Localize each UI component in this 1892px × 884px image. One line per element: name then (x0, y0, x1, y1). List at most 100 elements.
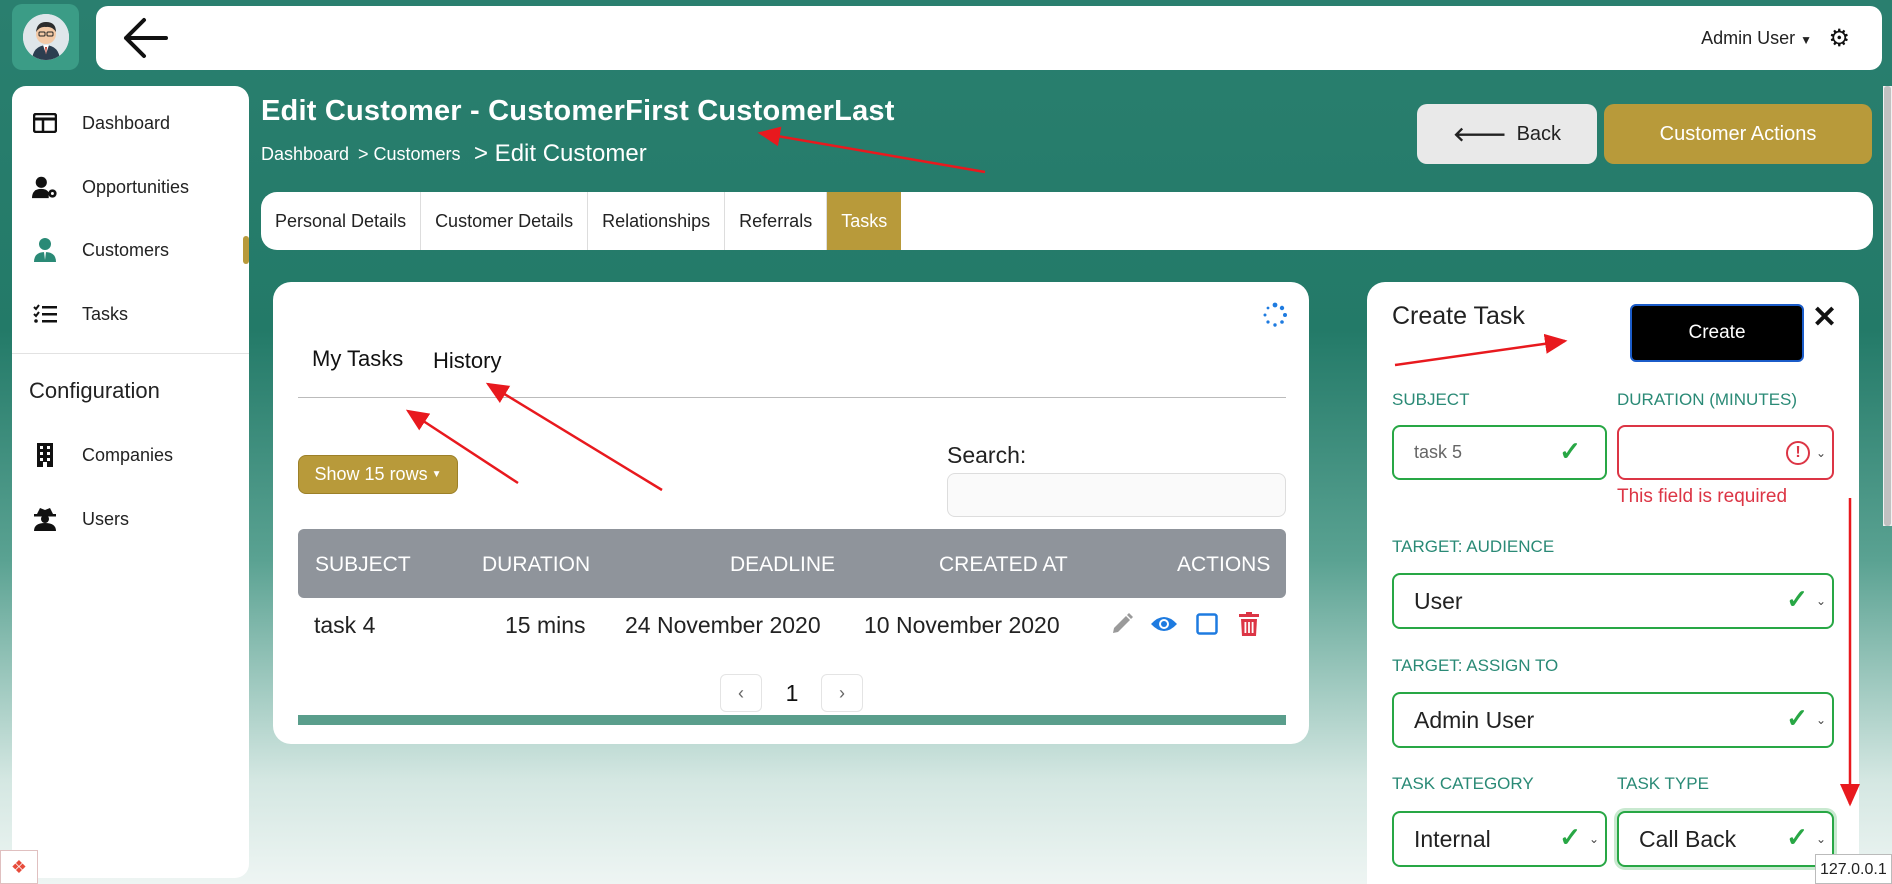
column-header-duration[interactable]: DURATION (482, 553, 590, 577)
table-row: task 4 15 mins 24 November 2020 10 Novem… (298, 600, 1286, 648)
error-icon: ! (1786, 441, 1810, 465)
back-button-label: Back (1516, 122, 1562, 145)
active-indicator (243, 236, 249, 264)
view-eye-icon[interactable] (1150, 610, 1178, 638)
tab-relationships[interactable]: Relationships (588, 192, 726, 250)
column-header-deadline[interactable]: DEADLINE (730, 553, 835, 577)
table-footer-bar (298, 715, 1286, 725)
type-label: TASK TYPE (1617, 774, 1709, 793)
sidebar-item-label: Dashboard (82, 112, 171, 133)
breadcrumb-current: > Edit Customer (474, 140, 647, 167)
sidebar-item-dashboard[interactable]: Dashboard (32, 103, 170, 143)
chevron-down-icon: ⌄ (1588, 832, 1599, 846)
checkbox-square-icon[interactable] (1193, 610, 1221, 638)
column-header-subject[interactable]: SUBJECT (315, 553, 411, 577)
sidebar-item-tasks[interactable]: Tasks (32, 294, 128, 334)
column-header-created-at[interactable]: CREATED AT (939, 553, 1068, 577)
caret-down-icon: ▼ (1800, 33, 1812, 47)
next-page-button[interactable]: › (821, 674, 863, 712)
cell-created-at: 10 November 2020 (864, 612, 1060, 638)
page-title: Edit Customer - CustomerFirst CustomerLa… (261, 95, 895, 127)
avatar-logo[interactable] (12, 4, 79, 70)
duration-select[interactable]: ! ⌄ (1617, 425, 1834, 480)
status-url-tooltip: 127.0.0.1 (1815, 854, 1892, 884)
sidebar-item-opportunities[interactable]: Opportunities (32, 167, 189, 207)
assign-label: TARGET: ASSIGN TO (1392, 656, 1559, 675)
cell-duration: 15 mins (505, 612, 586, 638)
user-menu[interactable]: Admin User ▼ (1701, 28, 1812, 49)
laravel-debugbar-icon[interactable]: ❖ (0, 850, 38, 884)
audience-label: TARGET: AUDIENCE (1392, 537, 1555, 556)
column-header-actions: ACTIONS (1177, 553, 1271, 576)
gear-icon[interactable]: ⚙ (1828, 24, 1850, 53)
category-label: TASK CATEGORY (1392, 774, 1534, 793)
tab-customer-details[interactable]: Customer Details (421, 192, 589, 250)
dashboard-icon (32, 110, 58, 136)
chevron-down-icon: ⌄ (1815, 594, 1826, 608)
edit-pencil-icon[interactable] (1108, 610, 1136, 638)
breadcrumb-customers[interactable]: > Customers (358, 144, 461, 165)
subtab-history[interactable]: History (433, 348, 501, 374)
user-tie-icon (32, 237, 58, 263)
delete-trash-icon[interactable] (1235, 610, 1263, 638)
chevron-down-icon: ⌄ (1815, 713, 1826, 727)
cell-deadline: 24 November 2020 (625, 612, 821, 638)
chevron-right-icon: › (839, 682, 845, 703)
page-scrollbar[interactable] (1883, 86, 1892, 526)
audience-value: User (1414, 587, 1463, 614)
create-button[interactable]: Create (1630, 304, 1804, 362)
scrollbar-thumb[interactable] (1884, 86, 1891, 526)
subject-value: task 5 (1414, 442, 1463, 462)
customer-actions-button[interactable]: Customer Actions (1604, 104, 1872, 164)
subtab-my-tasks[interactable]: My Tasks (312, 346, 403, 372)
caret-down-icon: ▼ (431, 469, 442, 480)
arrow-left-icon: 🡐 (1452, 123, 1507, 146)
task-category-select[interactable]: Internal ✓ ⌄ (1392, 811, 1607, 867)
duration-error-message: This field is required (1617, 486, 1788, 507)
chevron-down-icon: ⌄ (1815, 445, 1826, 460)
cell-subject: task 4 (314, 612, 376, 638)
tab-tasks[interactable]: Tasks (827, 192, 902, 250)
assign-to-select[interactable]: Admin User ✓ ⌄ (1392, 692, 1834, 748)
tab-personal-details[interactable]: Personal Details (261, 192, 422, 250)
chevron-left-icon: ‹ (738, 682, 744, 703)
sidebar-item-label: Companies (82, 444, 174, 465)
subject-field[interactable]: task 5 ✓ (1392, 425, 1607, 480)
create-task-title: Create Task (1392, 302, 1525, 330)
check-icon: ✓ (1786, 702, 1808, 733)
annotation-arrow (757, 126, 986, 174)
sidebar-section-title: Configuration (29, 378, 160, 403)
check-icon: ✓ (1559, 821, 1581, 852)
check-icon: ✓ (1786, 583, 1808, 614)
duration-label: DURATION (MINUTES) (1617, 390, 1798, 409)
task-list-icon (32, 301, 58, 327)
assign-value: Admin User (1414, 706, 1535, 733)
sidebar-divider (12, 353, 249, 354)
back-arrow-icon[interactable] (120, 14, 170, 62)
sidebar-item-users[interactable]: Users (32, 499, 129, 539)
task-type-select[interactable]: Call Back ✓ ⌄ (1617, 811, 1834, 867)
sidebar-item-label: Customers (82, 239, 170, 260)
back-button[interactable]: 🡐 Back (1417, 104, 1597, 164)
search-input[interactable] (947, 473, 1286, 517)
breadcrumb-dashboard[interactable]: Dashboard (261, 144, 349, 165)
user-secret-icon (32, 506, 58, 532)
search-label: Search: (947, 442, 1027, 468)
show-rows-dropdown[interactable]: Show 15 rows ▼ (298, 455, 458, 494)
sidebar-item-customers[interactable]: Customers (32, 230, 169, 270)
current-page-number[interactable]: 1 (777, 674, 807, 712)
check-icon: ✓ (1559, 435, 1581, 466)
sidebar-item-label: Tasks (82, 303, 129, 324)
prev-page-button[interactable]: ‹ (720, 674, 762, 712)
close-icon[interactable]: ✕ (1812, 300, 1837, 335)
sidebar-item-companies[interactable]: Companies (32, 435, 173, 475)
top-bar (96, 6, 1882, 70)
sidebar: Dashboard Opportunities Customers Tasks (12, 86, 249, 878)
chevron-down-icon: ⌄ (1815, 832, 1826, 846)
table-header: SUBJECT DURATION DEADLINE CREATED AT ACT… (298, 529, 1286, 598)
task-subtabs: My Tasks History (298, 346, 1286, 398)
tab-referrals[interactable]: Referrals (725, 192, 828, 250)
user-menu-label: Admin User (1701, 28, 1796, 48)
category-value: Internal (1414, 825, 1491, 852)
audience-select[interactable]: User ✓ ⌄ (1392, 573, 1834, 629)
